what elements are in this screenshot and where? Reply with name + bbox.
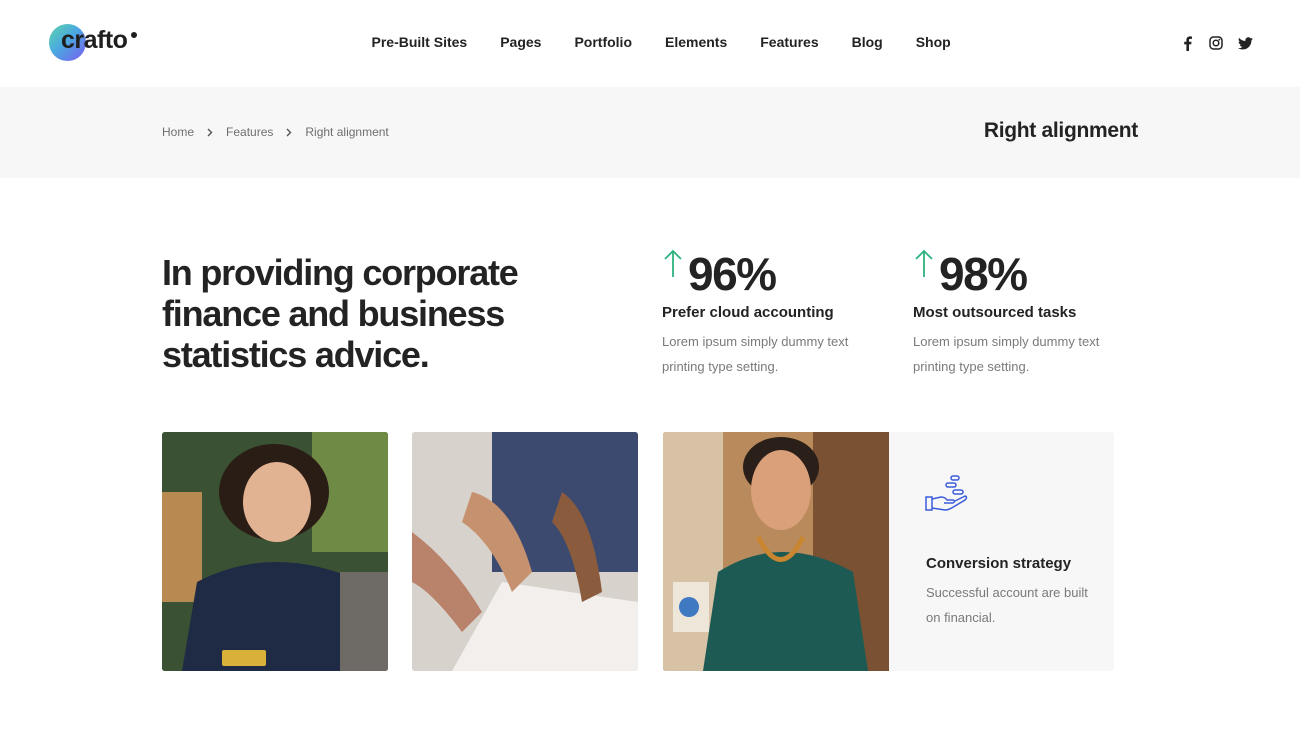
stat-title: Most outsourced tasks xyxy=(913,304,1077,321)
nav-item-elements[interactable]: Elements xyxy=(665,34,727,50)
nav-item-blog[interactable]: Blog xyxy=(852,34,883,50)
hand-coins-icon xyxy=(925,475,968,511)
photo-smiling-woman xyxy=(663,432,889,671)
arrow-up-icon xyxy=(664,249,682,277)
feature-title: Conversion strategy xyxy=(926,555,1072,572)
nav-item-features[interactable]: Features xyxy=(760,34,818,50)
stat-block: 98% Most outsourced tasks Lorem ipsum si… xyxy=(913,246,1143,379)
photo-woman-with-card xyxy=(162,432,388,671)
nav-item-pre-built-sites[interactable]: Pre-Built Sites xyxy=(372,34,468,50)
twitter-icon[interactable] xyxy=(1236,34,1254,52)
stat-description: Lorem ipsum simply dummy text printing t… xyxy=(662,334,849,374)
page-title: Right alignment xyxy=(983,119,1138,142)
social-links xyxy=(1178,34,1254,52)
chevron-right-icon xyxy=(207,128,213,137)
logo-text: crafto xyxy=(61,26,128,54)
feature-description: Successful account are built on financia… xyxy=(926,585,1088,625)
nav-item-portfolio[interactable]: Portfolio xyxy=(574,34,632,50)
stat-description: Lorem ipsum simply dummy text printing t… xyxy=(913,334,1100,374)
breadcrumb-current: Right alignment xyxy=(305,125,389,139)
brand-logo[interactable]: crafto xyxy=(49,24,149,64)
nav-item-shop[interactable]: Shop xyxy=(916,34,951,50)
instagram-icon[interactable] xyxy=(1207,34,1225,52)
stat-value: 96% xyxy=(688,248,777,300)
logo-dot xyxy=(131,32,137,38)
breadcrumb-features[interactable]: Features xyxy=(226,125,273,139)
stat-title: Prefer cloud accounting xyxy=(662,304,834,321)
facebook-icon[interactable] xyxy=(1178,34,1196,52)
arrow-up-icon xyxy=(915,249,933,277)
nav-item-pages[interactable]: Pages xyxy=(500,34,541,50)
page-title-bar: Home Features Right alignment Right alig… xyxy=(0,87,1300,178)
main-nav: Pre-Built Sites Pages Portfolio Elements… xyxy=(355,34,967,50)
stat-number-row: 98% xyxy=(913,246,1143,302)
stat-value: 98% xyxy=(939,248,1028,300)
breadcrumb-home[interactable]: Home xyxy=(162,125,194,139)
chevron-right-icon xyxy=(286,128,292,137)
breadcrumb: Home Features Right alignment xyxy=(162,125,389,139)
site-header: crafto Pre-Built Sites Pages Portfolio E… xyxy=(0,0,1300,87)
feature-card: Conversion strategy Successful account a… xyxy=(889,432,1114,671)
stat-number-row: 96% xyxy=(662,246,892,302)
hero-headline: In providing corporate finance and busin… xyxy=(162,252,519,375)
stat-block: 96% Prefer cloud accounting Lorem ipsum … xyxy=(662,246,892,379)
photo-hands-on-paper xyxy=(412,432,638,671)
